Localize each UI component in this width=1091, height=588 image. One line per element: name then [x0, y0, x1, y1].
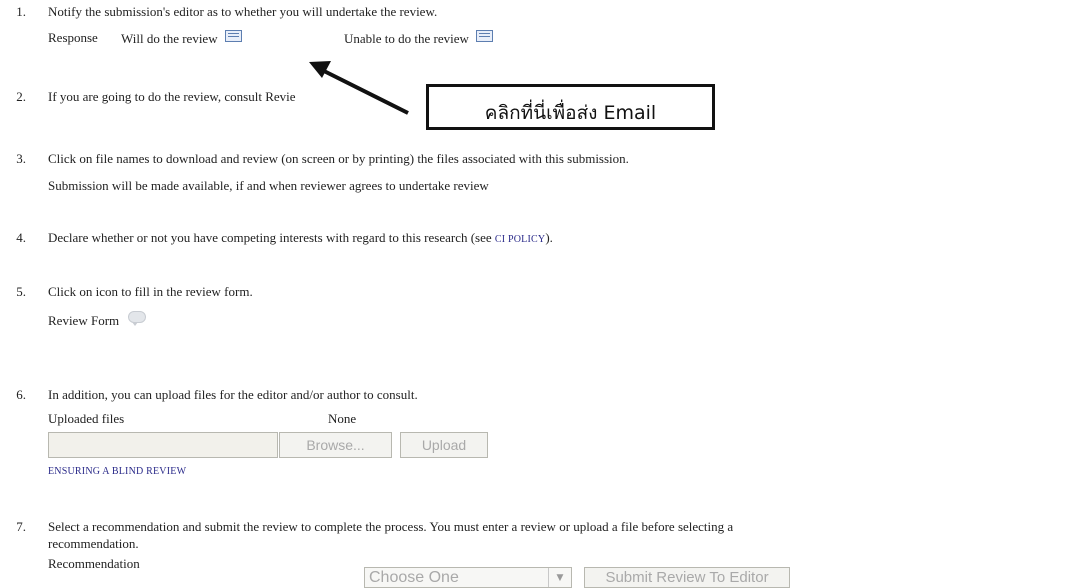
arrow-shaft [321, 68, 409, 115]
step-text-tail: ). [545, 230, 553, 245]
file-path-input[interactable] [48, 432, 278, 458]
step-number: 4. [16, 230, 26, 245]
step-number: 5. [16, 284, 26, 299]
recommendation-select[interactable]: Choose One ▼ [364, 567, 572, 588]
step-text: In addition, you can upload files for th… [48, 387, 418, 402]
review-form-row: Review Form [48, 311, 147, 329]
chevron-down-icon: ▼ [548, 568, 571, 587]
step-number: 6. [16, 387, 26, 402]
envelope-icon[interactable] [476, 30, 494, 42]
callout-text: คลิกที่นี่เพื่อส่ง Email [484, 102, 657, 124]
uploaded-files-label: Uploaded files [48, 411, 125, 426]
uploaded-files-value: None [328, 411, 357, 426]
unable-review-label: Unable to do the review [344, 31, 469, 46]
will-do-review-label: Will do the review [121, 31, 218, 46]
step-number: 7. [16, 519, 26, 534]
step-text: Click on file names to download and revi… [48, 151, 629, 166]
step-number: 3. [16, 151, 26, 166]
unable-review-option: Unable to do the review [344, 30, 494, 47]
step-text: If you are going to do the review, consu… [48, 89, 296, 104]
upload-button[interactable]: Upload [400, 432, 488, 458]
submit-review-button[interactable]: Submit Review To Editor [584, 567, 790, 588]
email-callout-box: คลิกที่นี่เพื่อส่ง Email [426, 84, 715, 130]
step-text-continued: recommendation. [48, 536, 139, 551]
recommendation-label: Recommendation [48, 556, 140, 571]
comment-bubble-icon[interactable] [128, 311, 147, 326]
step-text: Declare whether or not you have competin… [48, 230, 553, 246]
blind-review-link[interactable]: ENSURING A BLIND REVIEW [48, 466, 186, 477]
review-form-label: Review Form [48, 313, 120, 328]
step-text-main: Declare whether or not you have competin… [48, 230, 492, 245]
step-text: Select a recommendation and submit the r… [48, 519, 734, 534]
browse-button[interactable]: Browse... [279, 432, 392, 458]
recommendation-select-value: Choose One [369, 569, 459, 586]
response-label: Response [48, 30, 98, 45]
ci-policy-link[interactable]: CI POLICY [495, 234, 545, 245]
step-text: Click on icon to fill in the review form… [48, 284, 253, 299]
envelope-icon[interactable] [224, 30, 242, 42]
step-text: Notify the submission's editor as to whe… [48, 4, 438, 19]
step-number: 1. [16, 4, 26, 19]
will-do-review-option: Will do the review [121, 30, 242, 47]
arrow-head [309, 61, 331, 78]
submission-note: Submission will be made available, if an… [48, 178, 489, 193]
step-number: 2. [16, 89, 26, 104]
